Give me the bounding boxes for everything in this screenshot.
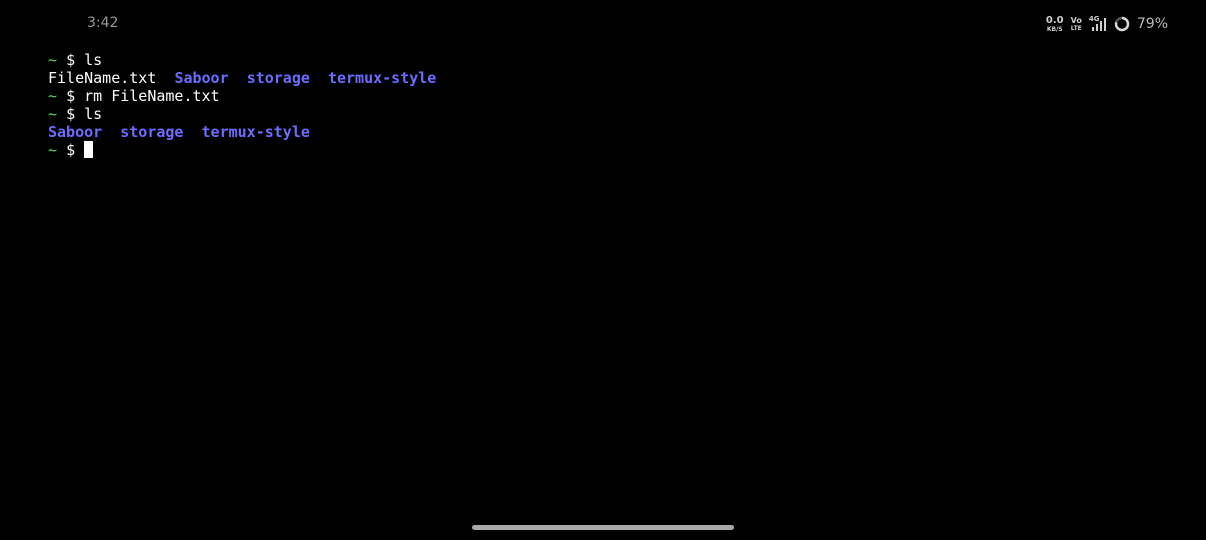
- data-speed-icon: 0.0 KB/S: [1045, 14, 1064, 33]
- directory-entry: storage: [246, 69, 310, 87]
- signal-icon: 4G: [1089, 15, 1107, 32]
- command-text: rm FileName.txt: [84, 87, 220, 105]
- battery-percent: 79%: [1136, 16, 1168, 32]
- prompt-symbol: $: [66, 51, 76, 69]
- status-bar: 3:42 0.0 KB/S Vo LTE 4G 79%: [0, 0, 1206, 46]
- volte-bottom: LTE: [1070, 24, 1082, 32]
- signal-bars-icon: [1091, 18, 1106, 31]
- file-entry: FileName.txt: [48, 69, 157, 87]
- terminal-cursor[interactable]: [84, 141, 94, 158]
- status-icons: 0.0 KB/S Vo LTE 4G 79%: [1046, 13, 1168, 35]
- prompt-home: ~: [48, 87, 58, 105]
- home-indicator[interactable]: [472, 525, 734, 530]
- net-speed-unit: KB/S: [1046, 25, 1063, 33]
- prompt-symbol: $: [66, 87, 76, 105]
- ls-output-line: Saboor storage termux-style: [48, 123, 436, 141]
- volte-icon: Vo LTE: [1070, 15, 1082, 32]
- terminal-output[interactable]: ~ $ ls FileName.txt Saboor storage termux…: [48, 51, 436, 159]
- net-speed-value: 0.0: [1045, 14, 1064, 26]
- command-line: ~ $ rm FileName.txt: [48, 87, 436, 105]
- prompt-symbol: $: [66, 105, 76, 123]
- prompt-line: ~ $: [48, 141, 436, 159]
- ls-output-line: FileName.txt Saboor storage termux-style: [48, 69, 436, 87]
- command-text: ls: [84, 51, 103, 69]
- directory-entry: storage: [120, 123, 184, 141]
- directory-entry: Saboor: [174, 69, 229, 87]
- volte-top: Vo: [1070, 15, 1082, 25]
- directory-entry: termux-style: [201, 123, 310, 141]
- command-line: ~ $ ls: [48, 105, 436, 123]
- prompt-home: ~: [48, 141, 58, 159]
- prompt-home: ~: [48, 51, 58, 69]
- battery-ring-icon: [1114, 16, 1130, 32]
- command-line: ~ $ ls: [48, 51, 436, 69]
- directory-entry: Saboor: [48, 123, 103, 141]
- status-time: 3:42: [87, 15, 119, 31]
- directory-entry: termux-style: [327, 69, 437, 87]
- prompt-home: ~: [48, 105, 58, 123]
- prompt-symbol: $: [66, 141, 76, 159]
- command-text: ls: [84, 105, 103, 123]
